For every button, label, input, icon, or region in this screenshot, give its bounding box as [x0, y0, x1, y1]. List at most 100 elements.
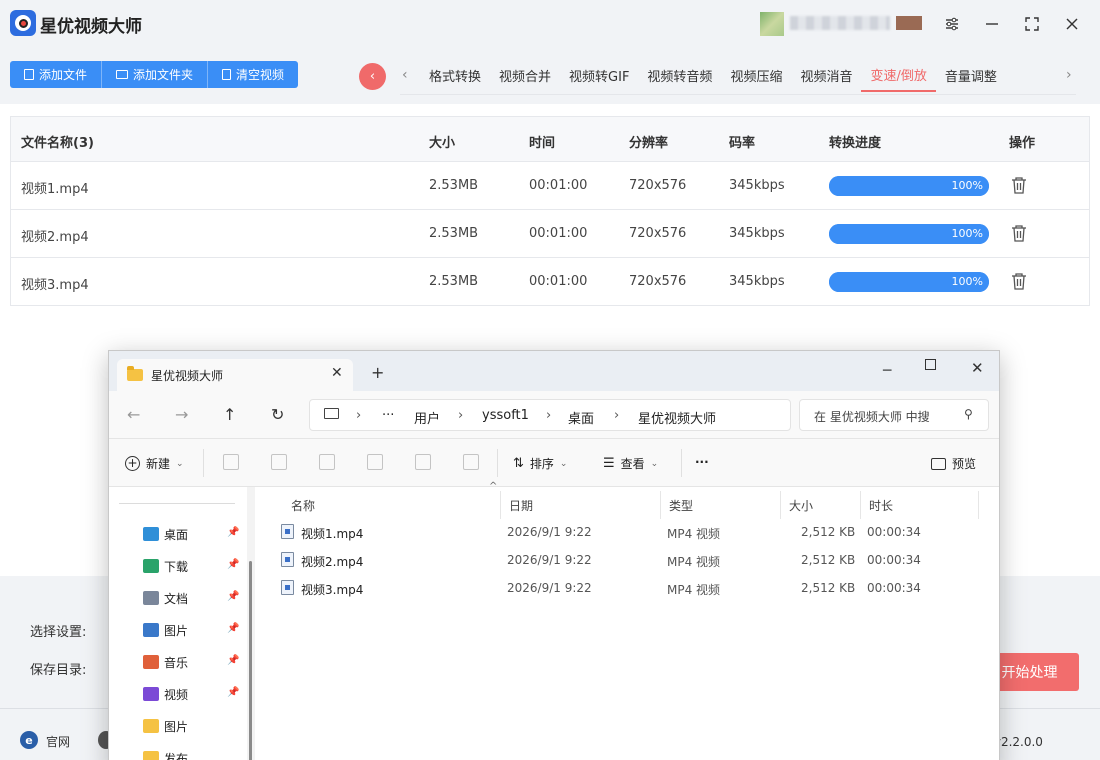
clear-videos-label: 清空视频	[236, 68, 285, 82]
crumb-user[interactable]: yssoft1	[482, 408, 529, 423]
tabs-divider	[400, 94, 1076, 95]
file-name: 视频2.mp4	[301, 555, 364, 569]
col-date[interactable]: 日期	[501, 491, 661, 519]
folder-icon	[116, 70, 129, 79]
sort-button[interactable]: ⇅ 排序 ⌄	[513, 455, 567, 472]
back-arrow-icon[interactable]: ←	[127, 405, 140, 424]
col-size: 大小	[429, 136, 456, 151]
file-type: MP4 视频	[667, 527, 721, 541]
file-toolbar: 添加文件 添加文件夹 清空视频	[10, 61, 299, 88]
divider	[681, 449, 682, 477]
explorer-tab[interactable]: 星优视频大师 ✕	[117, 359, 353, 391]
sidebar-item[interactable]: 视频	[143, 683, 188, 705]
sidebar-item[interactable]: 发布	[143, 747, 188, 760]
folder-icon	[143, 559, 159, 573]
crumb-separator-icon: ›	[356, 408, 362, 423]
maximize-icon[interactable]	[1020, 12, 1044, 36]
file-row[interactable]: 视频1.mp4 2026/9/1 9:22 MP4 视频 2,512 KB 00:00:…	[279, 519, 979, 545]
tab-3[interactable]: 视频转音频	[638, 58, 721, 92]
tab-5[interactable]: 视频消音	[791, 58, 861, 92]
tabs-scroll-right-icon[interactable]: ›	[1066, 67, 1072, 83]
minimize-icon[interactable]: ─	[883, 363, 891, 379]
tab-4[interactable]: 视频压缩	[721, 58, 791, 92]
clear-videos-button[interactable]: 清空视频	[208, 61, 298, 88]
tab-7[interactable]: 音量调整	[936, 58, 1006, 92]
pin-icon: 📌	[227, 687, 240, 698]
table-row[interactable]: 视频1.mp4 2.53MB 00:01:00 720x576 345kbps 100%	[10, 162, 1090, 210]
share-icon[interactable]	[415, 454, 431, 470]
file-date: 2026/9/1 9:22	[507, 525, 592, 539]
preview-button[interactable]: 预览	[931, 455, 976, 472]
new-button[interactable]: + 新建 ⌄	[125, 455, 184, 472]
sidebar-item[interactable]: 文档	[143, 587, 188, 609]
sidebar-item[interactable]: 图片	[143, 715, 188, 737]
tab-1[interactable]: 视频合并	[490, 58, 560, 92]
crumb-desktop[interactable]: 桌面	[568, 408, 594, 427]
paste-icon[interactable]	[319, 454, 335, 470]
col-bitrate: 码率	[729, 136, 756, 151]
col-duration[interactable]: 时长	[861, 491, 979, 519]
website-icon[interactable]: e	[20, 731, 38, 749]
sort-label: 排序	[529, 457, 554, 471]
divider	[497, 449, 498, 477]
back-icon[interactable]: ‹	[359, 63, 386, 90]
table-row[interactable]: 视频3.mp4 2.53MB 00:01:00 720x576 345kbps 100%	[10, 258, 1090, 306]
table-header: 文件名称(3) 大小 时间 分辨率 码率 转换进度 操作	[10, 116, 1090, 162]
address-bar[interactable]: › ··· 用户 › yssoft1 › 桌面 › 星优视频大师	[309, 399, 791, 431]
user-avatar[interactable]	[760, 12, 784, 36]
close-icon[interactable]	[1060, 12, 1084, 36]
add-file-button[interactable]: 添加文件	[10, 61, 103, 88]
file-size: 2,512 KB	[801, 553, 856, 567]
cut-icon[interactable]	[223, 454, 239, 470]
sidebar-scrollbar[interactable]	[247, 487, 255, 760]
file-name: 视频3.mp4	[301, 583, 364, 597]
up-arrow-icon[interactable]: ↑	[223, 405, 236, 424]
cell-resolution: 720x576	[629, 178, 687, 193]
cell-filename: 视频3.mp4	[21, 278, 89, 293]
close-tab-icon[interactable]: ✕	[331, 365, 343, 381]
chevron-down-icon: ⌄	[559, 458, 568, 469]
rename-icon[interactable]	[367, 454, 383, 470]
delete-icon[interactable]	[1011, 224, 1027, 242]
minimize-icon[interactable]	[980, 12, 1004, 36]
scrollbar-thumb[interactable]	[249, 561, 252, 760]
tabs-scroll-left-icon[interactable]: ‹	[402, 67, 408, 83]
table-row[interactable]: 视频2.mp4 2.53MB 00:01:00 720x576 345kbps 100%	[10, 210, 1090, 258]
folder-icon	[143, 751, 159, 760]
copy-icon[interactable]	[271, 454, 287, 470]
settings-icon[interactable]	[940, 12, 964, 36]
crumb-folder[interactable]: 星优视频大师	[638, 408, 716, 427]
forward-arrow-icon[interactable]: →	[175, 405, 188, 424]
search-input[interactable]: 在 星优视频大师 中搜 ⚲	[799, 399, 989, 431]
tab-2[interactable]: 视频转GIF	[560, 58, 638, 92]
col-size[interactable]: 大小	[781, 491, 861, 519]
file-row[interactable]: 视频3.mp4 2026/9/1 9:22 MP4 视频 2,512 KB 00:00:…	[279, 575, 979, 601]
sidebar-item[interactable]: 下载	[143, 555, 188, 577]
tab-6[interactable]: 变速/倒放	[861, 58, 936, 92]
sidebar-item[interactable]: 桌面	[143, 523, 188, 545]
progress-label: 100%	[951, 227, 983, 240]
file-row[interactable]: 视频2.mp4 2026/9/1 9:22 MP4 视频 2,512 KB 00:00:…	[279, 547, 979, 573]
close-icon[interactable]: ✕	[971, 359, 984, 377]
more-options-button[interactable]: ···	[695, 455, 709, 469]
delete-icon[interactable]	[463, 454, 479, 470]
sidebar-item[interactable]: 图片	[143, 619, 188, 641]
crumb-users[interactable]: 用户	[414, 408, 440, 427]
delete-icon[interactable]	[1011, 272, 1027, 290]
view-button[interactable]: ☰ 查看 ⌄	[603, 455, 658, 472]
add-folder-button[interactable]: 添加文件夹	[102, 61, 209, 88]
website-link[interactable]: 官网	[46, 733, 70, 750]
progress-label: 100%	[951, 275, 983, 288]
new-tab-icon[interactable]: +	[371, 363, 384, 382]
crumb-overflow[interactable]: ···	[382, 408, 394, 423]
col-type[interactable]: 类型	[661, 491, 781, 519]
sidebar-item[interactable]: 音乐	[143, 651, 188, 673]
refresh-icon[interactable]: ↻	[271, 405, 284, 424]
maximize-icon[interactable]	[925, 359, 936, 370]
tab-0[interactable]: 格式转换	[420, 58, 490, 92]
chevron-down-icon: ⌄	[650, 458, 659, 469]
delete-icon[interactable]	[1011, 176, 1027, 194]
col-resolution: 分辨率	[629, 136, 669, 151]
save-dir-label: 保存目录:	[30, 663, 87, 678]
col-name[interactable]: 名称	[283, 491, 501, 519]
